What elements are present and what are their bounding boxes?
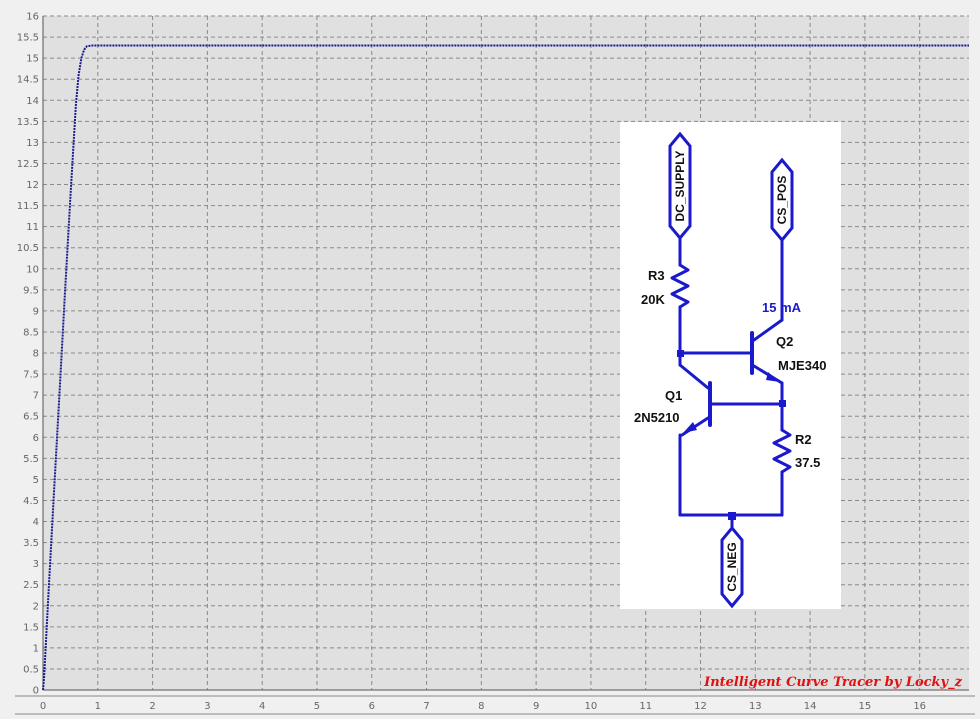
- y-tick-label: 2.5: [23, 580, 39, 591]
- r2-value-label: 37.5: [795, 455, 820, 470]
- y-tick-label: 11: [26, 222, 39, 233]
- y-tick-label: 6: [33, 433, 39, 444]
- q1-name-label: Q1: [665, 388, 682, 403]
- y-tick-label: 4.5: [23, 496, 39, 507]
- port-cs-pos: CS_POS: [770, 157, 794, 243]
- x-tick-label: 10: [585, 701, 598, 712]
- x-tick-label: 7: [423, 701, 429, 712]
- r3-value-label: 20K: [641, 292, 665, 307]
- x-tick-label: 11: [639, 701, 652, 712]
- junction-dot: [677, 350, 684, 357]
- x-tick-label: 1: [95, 701, 101, 712]
- y-tick-label: 5: [33, 475, 39, 486]
- r2-name-label: R2: [795, 432, 812, 447]
- y-tick-label: 1.5: [23, 622, 39, 633]
- y-tick-label: 3.5: [23, 538, 39, 549]
- port-dc-supply-label: DC_SUPPLY: [673, 151, 687, 222]
- y-tick-label: 9: [33, 306, 39, 317]
- q2-name-label: Q2: [776, 334, 793, 349]
- x-tick-label: 5: [314, 701, 320, 712]
- y-tick-label: 13.5: [17, 117, 39, 128]
- port-cs-neg: CS_NEG: [720, 525, 744, 609]
- y-tick-labels: 00.511.522.533.544.555.566.577.588.599.5…: [17, 12, 39, 697]
- y-tick-label: 5.5: [23, 454, 39, 465]
- y-tick-label: 13: [26, 138, 39, 149]
- curve-tracer-window: 0 0.5 1 1.5 2 2.5 3 3.5 4 4.5 5 5.5 6 6.5 7 7.5 8 8.5 9 9.5…: [0, 0, 980, 719]
- schematic-panel: DC_SUPPLY CS_POS CS_NEG R3 20K 15 mA Q2 …: [620, 122, 841, 609]
- junction-dot: [779, 400, 786, 407]
- x-tick-label: 3: [204, 701, 210, 712]
- x-tick-label: 8: [478, 701, 484, 712]
- y-tick-label: 16: [26, 12, 39, 23]
- y-tick-label: 12: [26, 180, 39, 191]
- port-dc-supply: DC_SUPPLY: [668, 131, 692, 241]
- r3-name-label: R3: [648, 268, 665, 283]
- x-tick-label: 16: [913, 701, 926, 712]
- q2-part-label: MJE340: [778, 358, 826, 373]
- watermark-text: Intelligent Curve Tracer by Locky_z: [703, 675, 962, 690]
- y-tick-label: 1: [33, 643, 39, 654]
- y-tick-label: 6.5: [23, 412, 39, 423]
- x-tick-label: 2: [149, 701, 155, 712]
- x-tick-label: 0: [40, 701, 46, 712]
- y-tick-label: 9.5: [23, 285, 39, 296]
- port-cs-neg-label: CS_NEG: [725, 542, 739, 591]
- y-tick-label: 0.5: [23, 664, 39, 675]
- x-tick-label: 4: [259, 701, 265, 712]
- q1-part-label: 2N5210: [634, 410, 680, 425]
- y-tick-label: 11.5: [17, 201, 39, 212]
- y-tick-label: 7.5: [23, 370, 39, 381]
- y-tick-label: 8: [33, 349, 39, 360]
- y-tick-label: 2: [33, 601, 39, 612]
- y-tick-label: 8.5: [23, 327, 39, 338]
- x-tick-labels: 0 1 2 3 4 5 6 7 8 9 10 11 12 13 14 15 16: [40, 701, 926, 712]
- y-tick-label: 4: [33, 517, 39, 528]
- y-tick-label: 10: [26, 264, 39, 275]
- x-tick-label: 6: [369, 701, 375, 712]
- x-tick-label: 13: [749, 701, 762, 712]
- y-tick-label: 10.5: [17, 243, 39, 254]
- x-tick-label: 9: [533, 701, 539, 712]
- x-tick-label: 12: [694, 701, 707, 712]
- current-readout: 15 mA: [762, 300, 802, 315]
- y-tick-label: 15.5: [17, 33, 39, 44]
- y-tick-label: 15: [26, 54, 39, 65]
- x-tick-label: 14: [804, 701, 817, 712]
- y-tick-label: 12.5: [17, 159, 39, 170]
- curve-plot: 00.511.522.533.544.555.566.577.588.599.5…: [15, 12, 975, 715]
- junction-dot: [728, 512, 736, 520]
- y-tick-label: 14.5: [17, 75, 39, 86]
- y-tick-label: 3: [33, 559, 39, 570]
- y-tick-label: 7: [33, 391, 39, 402]
- y-tick-label: 0: [33, 686, 39, 697]
- x-tick-label: 15: [859, 701, 872, 712]
- port-cs-pos-label: CS_POS: [775, 176, 789, 225]
- y-tick-label: 14: [26, 96, 39, 107]
